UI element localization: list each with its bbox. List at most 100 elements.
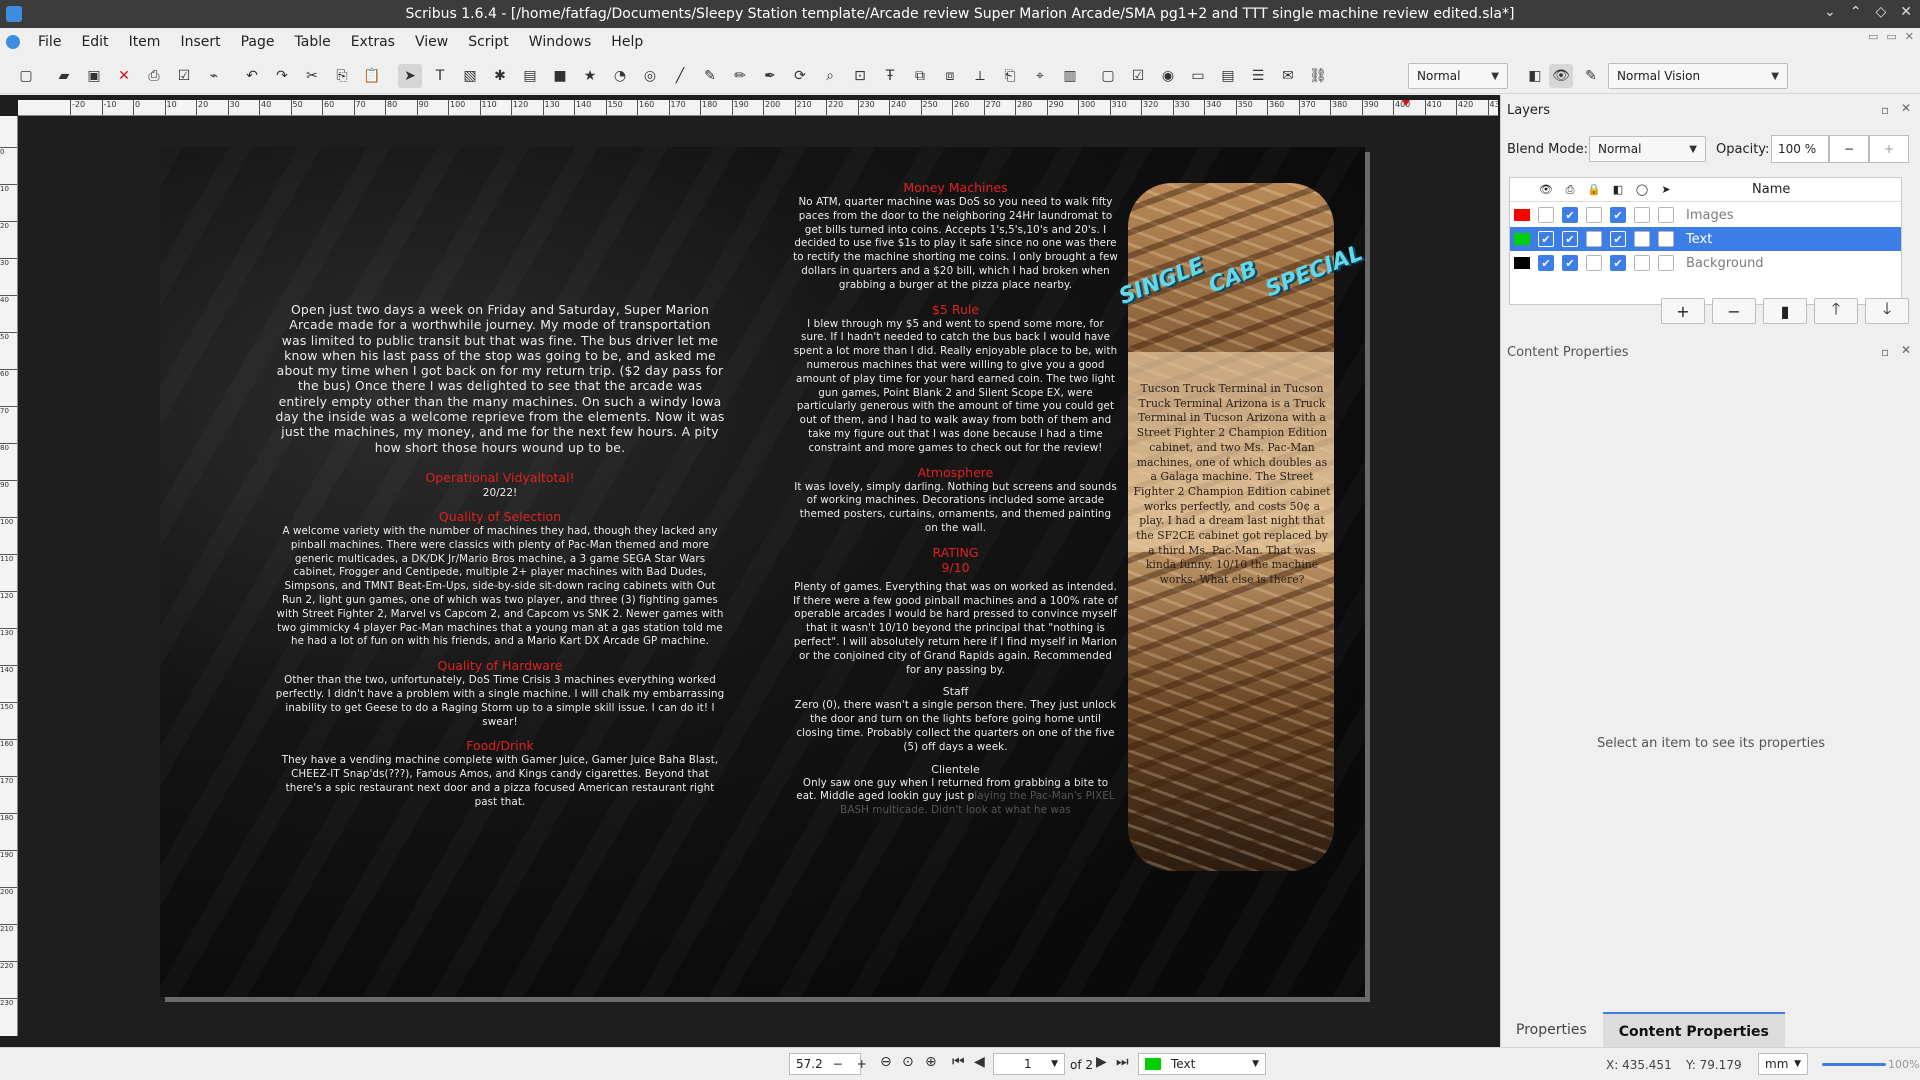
sidebar-paragraph[interactable]: Tucson Truck Terminal in Tucson Truck Te…	[1132, 382, 1332, 588]
first-page-icon[interactable]: ⏮	[952, 1054, 965, 1070]
mdi-restore-icon[interactable]: ▭	[1886, 30, 1896, 43]
mdi-minimize-icon[interactable]: ▭	[1868, 30, 1878, 43]
layer-outline-checkbox[interactable]	[1634, 207, 1650, 223]
polygon-tool-icon[interactable]: ★	[578, 64, 602, 88]
eyedropper-icon[interactable]: ⌖	[1028, 64, 1052, 88]
layer-name[interactable]: Background	[1686, 256, 1764, 271]
zoom-slider[interactable]	[1822, 1063, 1886, 1066]
layer-outline-checkbox[interactable]	[1634, 231, 1650, 247]
vertical-ruler[interactable]: 0 10 20 30 40 50 60 70 80 90 100 110 120 130 140 150 160…	[0, 116, 18, 1036]
layer-flow-checkbox[interactable]: ✔	[1610, 207, 1626, 223]
menu-help[interactable]: Help	[603, 31, 651, 53]
menu-item[interactable]: Item	[121, 31, 169, 53]
minimize-icon[interactable]: ⌄	[1824, 4, 1836, 20]
preflight-check-icon[interactable]: ☑	[172, 64, 196, 88]
last-page-icon[interactable]: ⏭	[1116, 1054, 1129, 1070]
float-panel-icon[interactable]: ▫	[1881, 345, 1889, 359]
layer-outline-checkbox[interactable]	[1634, 255, 1650, 271]
layer-lock-checkbox[interactable]	[1586, 255, 1602, 271]
select-tool-icon[interactable]: ➤	[398, 63, 422, 88]
menu-file[interactable]: File	[30, 31, 69, 53]
layer-color-swatch[interactable]	[1514, 233, 1530, 245]
redo-icon[interactable]: ↷	[270, 64, 294, 88]
next-page-icon[interactable]: ▶	[1096, 1054, 1107, 1070]
duplicate-layer-icon[interactable]: ▮	[1763, 298, 1807, 324]
menu-edit[interactable]: Edit	[73, 31, 116, 53]
render-frame-tool-icon[interactable]: ✱	[488, 64, 512, 88]
remove-layer-button[interactable]: −	[1712, 298, 1756, 324]
minimize-window-icon[interactable]: ⌃	[1850, 4, 1862, 20]
layer-print-checkbox[interactable]: ✔	[1562, 207, 1578, 223]
bezier-tool-icon[interactable]: ✎	[698, 64, 722, 88]
arc-tool-icon[interactable]: ◔	[608, 64, 632, 88]
document-page-spread[interactable]: Open just two days a week on Friday and …	[160, 147, 1365, 997]
add-layer-button[interactable]: +	[1661, 298, 1705, 324]
edit-in-preview-icon[interactable]: ✎	[1579, 64, 1603, 88]
pdf-combo-box-icon[interactable]: ▤	[1216, 64, 1240, 88]
zoom-out-icon[interactable]: ⊖	[880, 1054, 892, 1070]
export-pdf-icon[interactable]: ⌁	[202, 64, 226, 88]
undo-icon[interactable]: ↶	[240, 64, 264, 88]
lower-layer-arrow-down-icon[interactable]: 🡓	[1865, 298, 1909, 324]
layer-color-swatch[interactable]	[1514, 209, 1530, 221]
maximize-icon[interactable]: ◇	[1875, 4, 1886, 20]
copy-properties-icon[interactable]: ⎗	[998, 64, 1022, 88]
zoom-decrease-button[interactable]: −	[833, 1057, 843, 1071]
spiral-tool-icon[interactable]: ◎	[638, 64, 662, 88]
edit-text-icon[interactable]: Ŧ	[878, 64, 902, 88]
open-folder-icon[interactable]: ▰	[52, 64, 76, 88]
tab-properties[interactable]: Properties	[1500, 1012, 1603, 1048]
layer-row-text[interactable]: ✔ ✔ ✔ Text	[1510, 227, 1901, 251]
menu-insert[interactable]: Insert	[172, 31, 228, 53]
layer-color-swatch[interactable]	[1514, 257, 1530, 269]
layer-select-checkbox[interactable]	[1658, 255, 1674, 271]
menu-windows[interactable]: Windows	[521, 31, 600, 53]
pdf-list-box-icon[interactable]: ☰	[1246, 64, 1270, 88]
opacity-input[interactable]: 100 %	[1771, 135, 1829, 163]
float-panel-icon[interactable]: ▫	[1881, 103, 1889, 117]
opacity-increase-button[interactable]: +	[1869, 135, 1909, 163]
mdi-close-icon[interactable]: ✕	[1905, 30, 1914, 43]
horizontal-ruler[interactable]: -20 -10 0 10 20 30 40 50 60 70 80 90 100 110 120 130 140…	[18, 100, 1498, 116]
measure-tool-icon[interactable]: ⟂	[968, 64, 992, 88]
layers-table[interactable]: 👁 ⎙ 🔒 ◧ ◯ ➤ Name ✔ ✔ Images ✔ ✔ ✔ Text ✔…	[1509, 177, 1902, 305]
new-document-icon[interactable]: ▢	[14, 64, 38, 88]
layer-visible-checkbox[interactable]: ✔	[1538, 255, 1554, 271]
layer-row-images[interactable]: ✔ ✔ Images	[1510, 203, 1901, 227]
close-icon[interactable]: ✕	[1900, 4, 1912, 20]
pdf-text-field-icon[interactable]: ▭	[1186, 64, 1210, 88]
copy-icon[interactable]: ⎘	[330, 64, 354, 88]
menu-script[interactable]: Script	[460, 31, 517, 53]
pdf-checkbox-icon[interactable]: ☑	[1126, 64, 1150, 88]
image-preview-quality-select[interactable]: Normal ▼	[1408, 63, 1508, 89]
menu-page[interactable]: Page	[233, 31, 283, 53]
left-text-frame[interactable]: Open just two days a week on Friday and …	[275, 302, 725, 810]
unit-select[interactable]: mm ▼	[1758, 1053, 1808, 1075]
zoom-tool-icon[interactable]: ⌕	[818, 64, 842, 88]
layer-print-checkbox[interactable]: ✔	[1562, 255, 1578, 271]
rotate-tool-icon[interactable]: ⟳	[788, 64, 812, 88]
tab-content-properties[interactable]: Content Properties	[1602, 1012, 1785, 1048]
layer-lock-checkbox[interactable]	[1586, 231, 1602, 247]
paste-icon[interactable]: 📋	[360, 64, 384, 88]
opacity-decrease-button[interactable]: −	[1829, 135, 1869, 163]
current-layer-select[interactable]: Text ▼	[1138, 1053, 1266, 1075]
blend-mode-select[interactable]: Normal ▼	[1589, 136, 1706, 162]
preview-mode-eye-icon[interactable]: 👁	[1549, 64, 1573, 88]
table-tool-icon[interactable]: ▤	[518, 64, 542, 88]
middle-text-frame[interactable]: Money Machines No ATM, quarter machine w…	[793, 180, 1118, 818]
layer-flow-checkbox[interactable]: ✔	[1610, 255, 1626, 271]
page-number-input[interactable]: 1 ▼	[993, 1053, 1065, 1075]
layer-lock-checkbox[interactable]	[1586, 207, 1602, 223]
print-icon[interactable]: ⎙	[142, 64, 166, 88]
edit-contents-icon[interactable]: ⊡	[848, 64, 872, 88]
zoom-input[interactable]: 57.2 − +	[789, 1053, 867, 1075]
layer-visible-checkbox[interactable]: ✔	[1538, 231, 1554, 247]
zoom-in-icon[interactable]: ⊕	[925, 1054, 937, 1070]
calligraphic-tool-icon[interactable]: ✒	[758, 64, 782, 88]
menu-table[interactable]: Table	[287, 31, 339, 53]
layer-flow-checkbox[interactable]: ✔	[1610, 231, 1626, 247]
layer-select-checkbox[interactable]	[1658, 231, 1674, 247]
pdf-link-annotation-icon[interactable]: ⛓	[1306, 64, 1330, 88]
menu-extras[interactable]: Extras	[343, 31, 403, 53]
